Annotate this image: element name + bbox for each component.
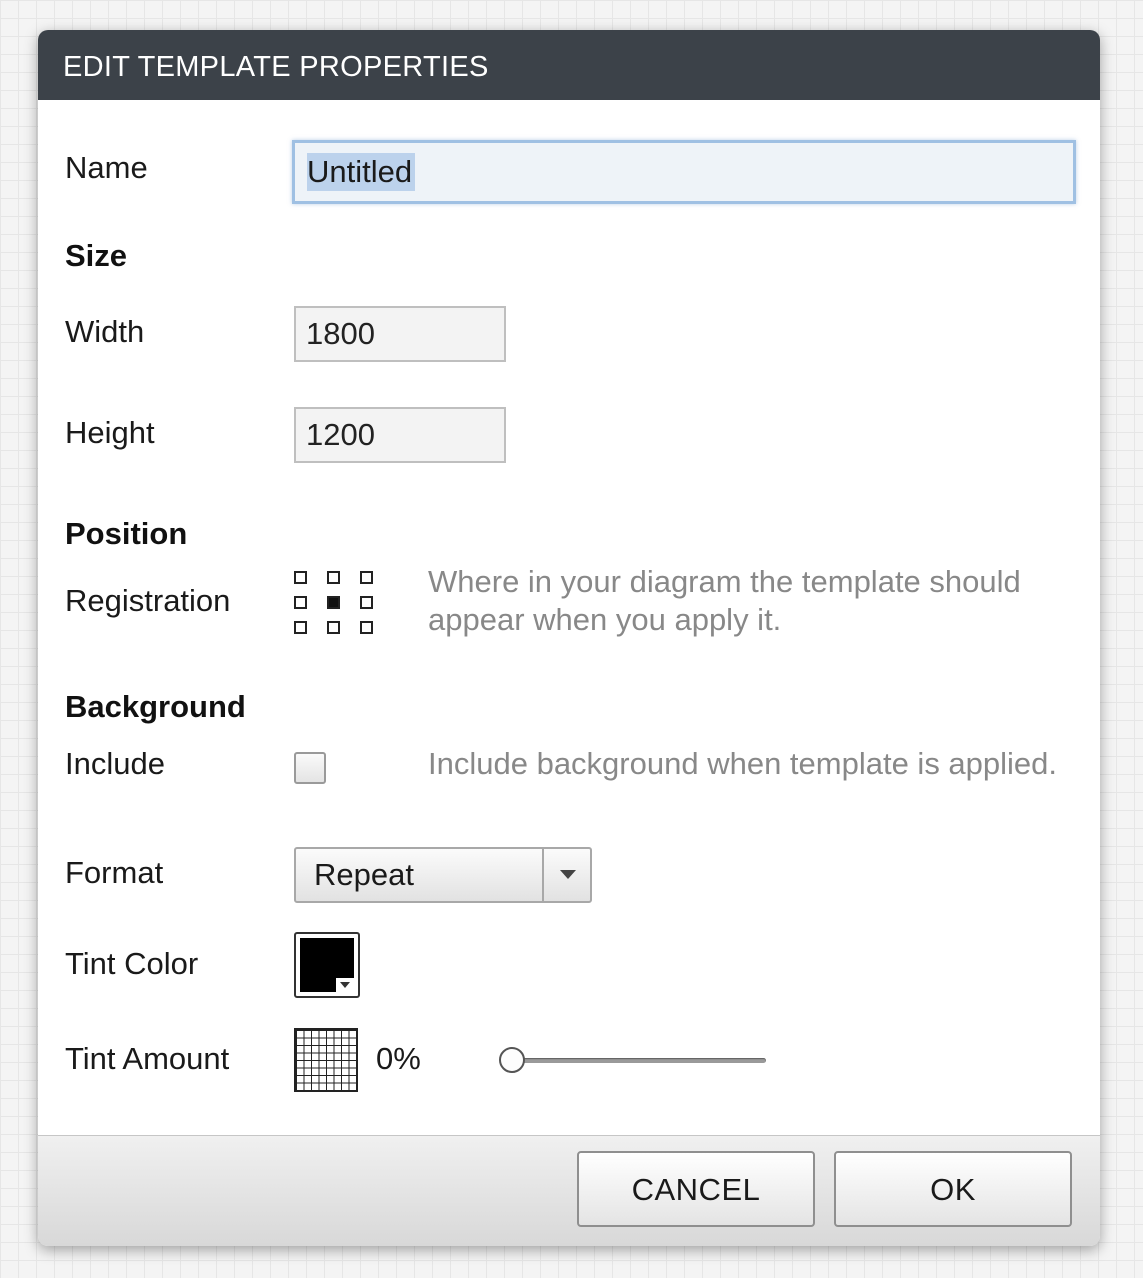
size-heading: Size bbox=[65, 238, 128, 273]
tint-color-label: Tint Color bbox=[65, 946, 199, 981]
format-select-divider bbox=[542, 849, 544, 901]
name-label: Name bbox=[65, 150, 148, 185]
include-hint: Include background when template is appl… bbox=[428, 746, 1058, 781]
cancel-button[interactable]: CANCEL bbox=[577, 1151, 815, 1227]
registration-bottom-left[interactable] bbox=[294, 621, 307, 634]
chevron-down-icon bbox=[560, 870, 576, 879]
registration-top-center[interactable] bbox=[327, 571, 340, 584]
registration-grid-icon bbox=[294, 571, 376, 637]
format-select[interactable]: Repeat bbox=[294, 847, 592, 903]
include-label: Include bbox=[65, 746, 165, 781]
registration-center[interactable] bbox=[327, 596, 340, 609]
registration-top-left[interactable] bbox=[294, 571, 307, 584]
grid-icon bbox=[294, 1028, 358, 1092]
registration-middle-left[interactable] bbox=[294, 596, 307, 609]
background-heading: Background bbox=[65, 689, 246, 724]
position-heading: Position bbox=[65, 516, 188, 551]
name-input[interactable]: Untitled bbox=[292, 140, 1076, 204]
swatch-dropdown-icon bbox=[336, 978, 354, 992]
tint-amount-label: Tint Amount bbox=[65, 1041, 230, 1076]
color-swatch-icon bbox=[300, 938, 354, 992]
tint-amount-value: 0% bbox=[376, 1041, 421, 1076]
registration-bottom-right[interactable] bbox=[360, 621, 373, 634]
format-select-value: Repeat bbox=[314, 857, 414, 892]
registration-middle-right[interactable] bbox=[360, 596, 373, 609]
dialog-title: EDIT TEMPLATE PROPERTIES bbox=[38, 30, 1100, 100]
name-input-value: Untitled bbox=[307, 154, 413, 189]
registration-hint: Where in your diagram the template shoul… bbox=[428, 564, 1021, 637]
registration-label: Registration bbox=[65, 583, 231, 618]
tint-color-swatch[interactable] bbox=[294, 932, 360, 998]
registration-top-right[interactable] bbox=[360, 571, 373, 584]
include-background-checkbox[interactable] bbox=[294, 752, 326, 784]
registration-bottom-center[interactable] bbox=[327, 621, 340, 634]
dialog-footer: CANCEL OK bbox=[38, 1135, 1100, 1246]
height-input[interactable] bbox=[294, 407, 506, 463]
ok-button[interactable]: OK bbox=[834, 1151, 1072, 1227]
format-label: Format bbox=[65, 855, 164, 890]
height-label: Height bbox=[65, 415, 155, 450]
width-label: Width bbox=[65, 314, 145, 349]
tint-amount-slider-handle[interactable] bbox=[499, 1047, 525, 1073]
tint-amount-slider[interactable] bbox=[512, 1058, 766, 1063]
width-input[interactable] bbox=[294, 306, 506, 362]
edit-template-dialog: EDIT TEMPLATE PROPERTIES Name Untitled S… bbox=[38, 30, 1100, 1246]
